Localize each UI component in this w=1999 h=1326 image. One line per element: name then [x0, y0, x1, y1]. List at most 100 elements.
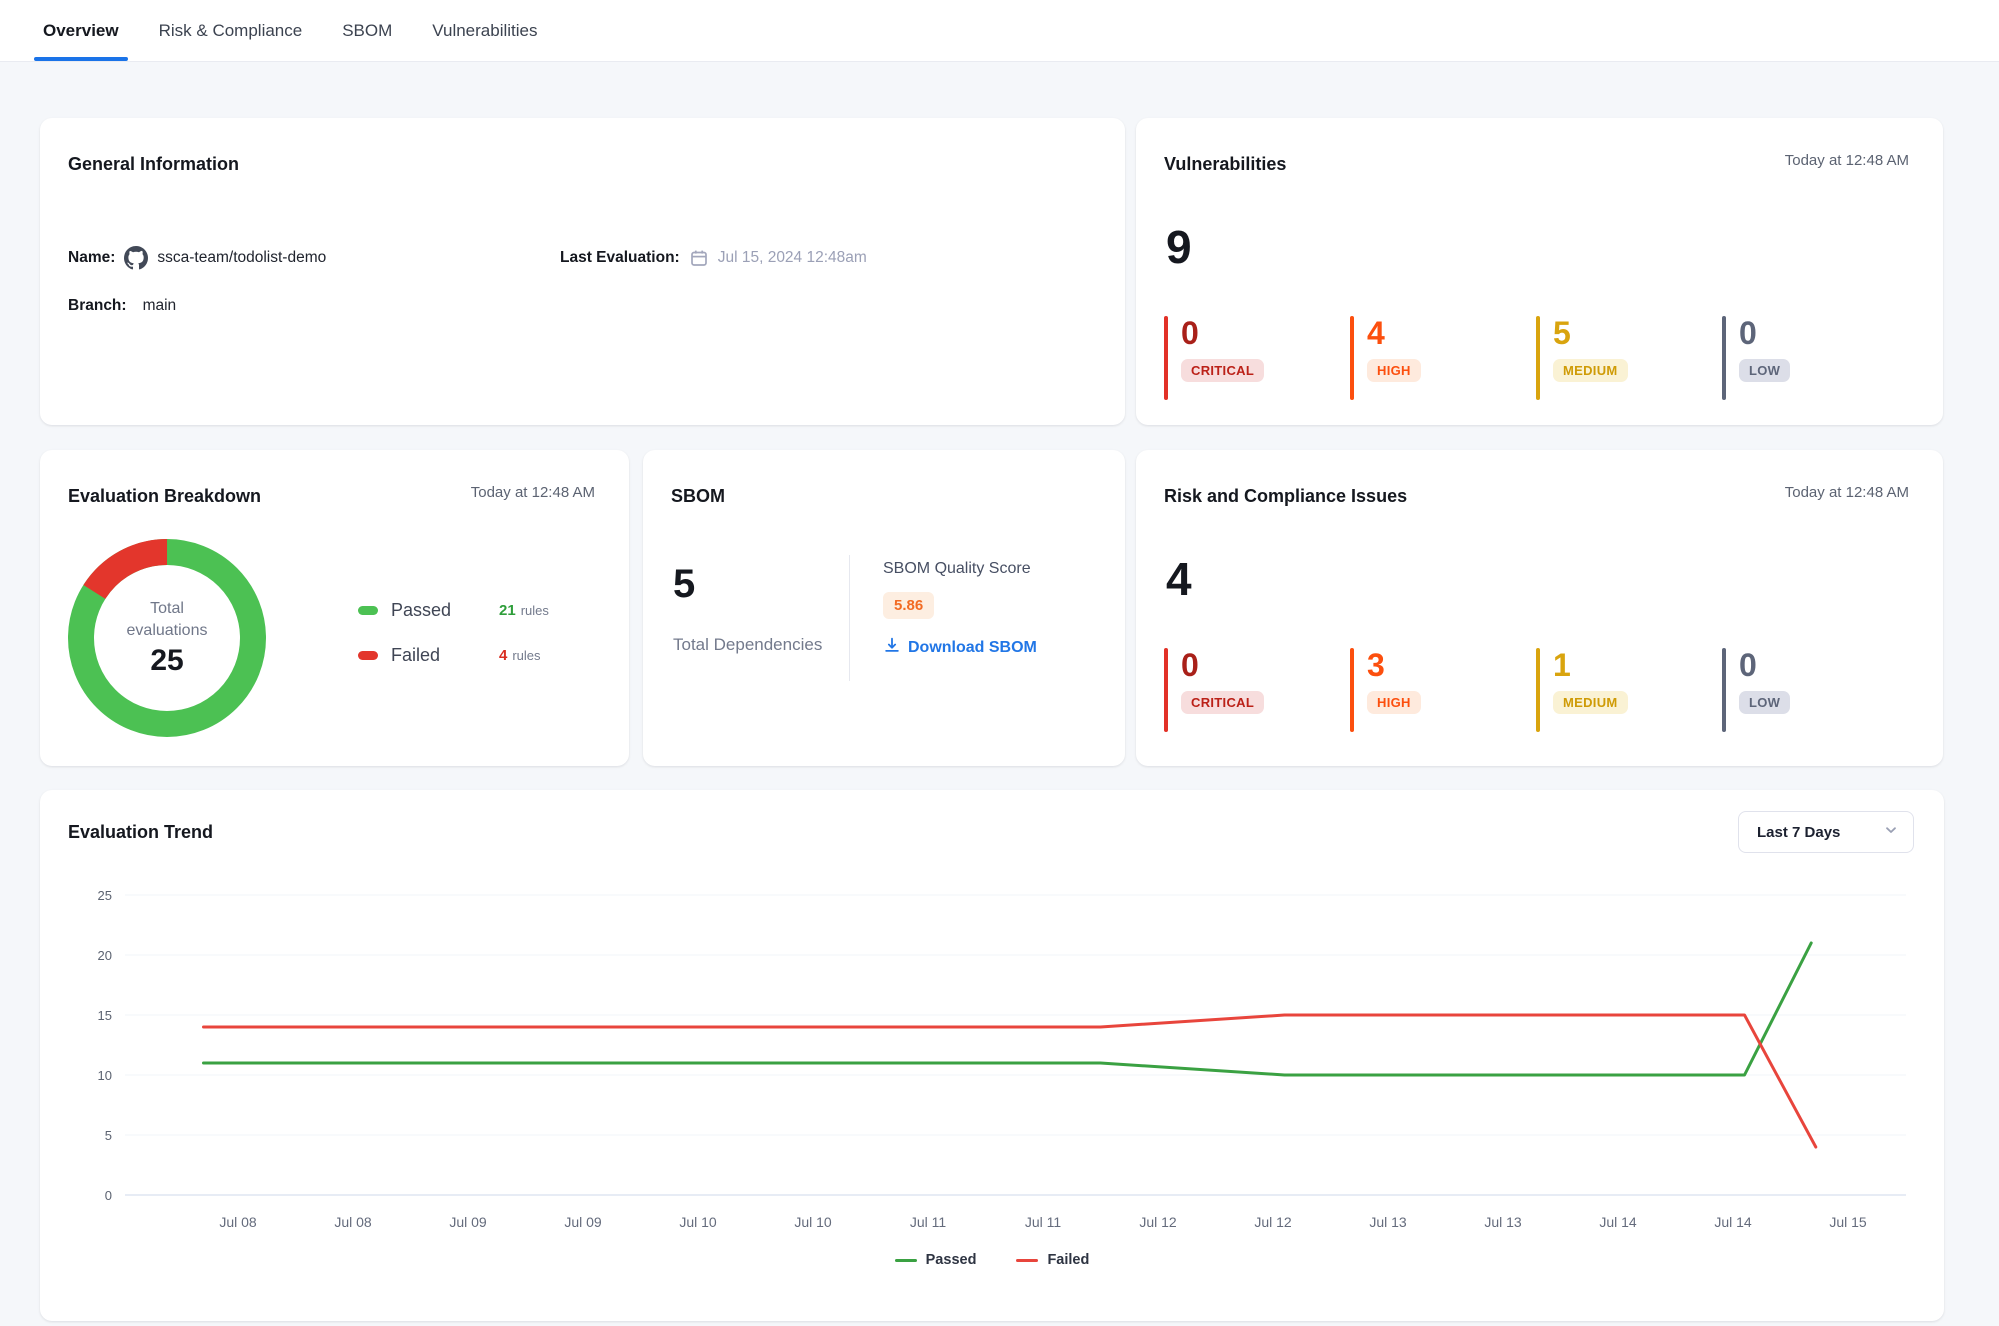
severity-badge: LOW [1739, 691, 1790, 714]
branch-label: Branch: [68, 297, 127, 315]
severity-low: 0 LOW [1722, 316, 1908, 400]
legend-item-failed: Failed [1016, 1252, 1089, 1268]
x-tick-label: Jul 09 [564, 1214, 602, 1230]
x-tick-label: Jul 08 [334, 1214, 372, 1230]
sbom-quality-label: SBOM Quality Score [883, 560, 1037, 578]
x-tick-label: Jul 12 [1139, 1214, 1177, 1230]
y-tick-label: 10 [98, 1068, 112, 1083]
severity-high: 3 HIGH [1350, 648, 1536, 732]
x-tick-label: Jul 14 [1714, 1214, 1752, 1230]
tab-sbom[interactable]: SBOM [337, 0, 397, 61]
severity-bar [1536, 648, 1540, 732]
evaluation-trend-card: Evaluation Trend Last 7 Days 0510152025J… [40, 790, 1944, 1321]
legend-swatch-passed [358, 606, 378, 615]
card-title: Risk and Compliance Issues [1164, 486, 1407, 507]
x-tick-label: Jul 11 [910, 1214, 947, 1230]
severity-medium: 1 MEDIUM [1536, 648, 1722, 732]
sbom-total-label: Total Dependencies [673, 630, 823, 660]
severity-badge: HIGH [1367, 691, 1421, 714]
download-icon [883, 636, 901, 659]
card-title: Evaluation Breakdown [68, 486, 261, 507]
sbom-total: 5 [673, 562, 695, 607]
x-tick-label: Jul 13 [1369, 1214, 1407, 1230]
x-tick-label: Jul 14 [1599, 1214, 1637, 1230]
evaluation-breakdown-card: Evaluation Breakdown Today at 12:48 AM T… [40, 450, 629, 766]
severity-row: 0 CRITICAL 3 HIGH 1 MEDIUM 0 LOW [1164, 648, 1908, 732]
general-information-card: General Information Name: ssca-team/todo… [40, 118, 1125, 425]
y-tick-label: 25 [98, 888, 112, 903]
x-tick-label: Jul 11 [1025, 1214, 1062, 1230]
last-evaluation-row: Last Evaluation: Jul 15, 2024 12:48am [560, 244, 867, 272]
branch-row: Branch: main [68, 292, 176, 320]
severity-critical: 0 CRITICAL [1164, 648, 1350, 732]
repo-name-row: Name: ssca-team/todolist-demo [68, 244, 326, 272]
card-timestamp: Today at 12:48 AM [1785, 152, 1909, 169]
legend-item-passed: Passed [895, 1252, 977, 1268]
legend-item-failed: Failed 4 rules [358, 645, 549, 666]
legend-name: Passed [926, 1252, 977, 1268]
y-tick-label: 20 [98, 948, 112, 963]
failed-line [204, 1015, 1816, 1147]
severity-count: 5 [1553, 316, 1722, 351]
legend-name: Passed [391, 600, 499, 621]
sbom-quality-score-badge: 5.86 [883, 592, 934, 619]
legend-name: Failed [391, 645, 499, 666]
passed-line [204, 943, 1812, 1075]
card-timestamp: Today at 12:48 AM [1785, 484, 1909, 501]
severity-count: 0 [1739, 648, 1908, 683]
tab-overview[interactable]: Overview [38, 0, 124, 61]
card-title: Vulnerabilities [1164, 154, 1286, 175]
severity-bar [1350, 316, 1354, 400]
github-icon [124, 246, 148, 270]
risk-compliance-card: Risk and Compliance Issues Today at 12:4… [1136, 450, 1943, 766]
x-tick-label: Jul 10 [679, 1214, 717, 1230]
trend-chart: 0510152025Jul 08Jul 08Jul 09Jul 09Jul 10… [40, 790, 1944, 1321]
severity-count: 1 [1553, 648, 1722, 683]
severity-critical: 0 CRITICAL [1164, 316, 1350, 400]
card-title: General Information [68, 154, 239, 175]
repo-name: ssca-team/todolist-demo [157, 249, 326, 267]
tab-bar: Overview Risk & Compliance SBOM Vulnerab… [0, 0, 1999, 62]
name-label: Name: [68, 249, 115, 267]
last-evaluation-label: Last Evaluation: [560, 249, 680, 267]
legend-swatch-failed [1016, 1259, 1038, 1262]
severity-high: 4 HIGH [1350, 316, 1536, 400]
x-tick-label: Jul 12 [1254, 1214, 1292, 1230]
last-evaluation-value: Jul 15, 2024 12:48am [718, 249, 867, 267]
legend-count: 21 [499, 602, 516, 619]
severity-bar [1164, 648, 1168, 732]
severity-bar [1350, 648, 1354, 732]
risk-compliance-total: 4 [1166, 552, 1192, 606]
severity-medium: 5 MEDIUM [1536, 316, 1722, 400]
severity-count: 0 [1181, 648, 1350, 683]
severity-bar [1536, 316, 1540, 400]
tab-vulnerabilities[interactable]: Vulnerabilities [427, 0, 542, 61]
severity-count: 0 [1181, 316, 1350, 351]
legend-unit: rules [512, 648, 540, 663]
severity-bar [1722, 648, 1726, 732]
severity-count: 3 [1367, 648, 1536, 683]
x-tick-label: Jul 13 [1484, 1214, 1522, 1230]
y-tick-label: 5 [105, 1128, 112, 1143]
severity-badge: CRITICAL [1181, 359, 1264, 382]
severity-count: 4 [1367, 316, 1536, 351]
sbom-card: SBOM 5 Total Dependencies SBOM Quality S… [643, 450, 1125, 766]
legend-item-passed: Passed 21 rules [358, 600, 549, 621]
download-sbom-link[interactable]: Download SBOM [883, 636, 1037, 659]
severity-badge: HIGH [1367, 359, 1421, 382]
y-tick-label: 0 [105, 1188, 112, 1203]
vulnerabilities-total: 9 [1166, 220, 1192, 274]
legend-name: Failed [1047, 1252, 1089, 1268]
x-tick-label: Jul 08 [219, 1214, 257, 1230]
x-tick-label: Jul 15 [1829, 1214, 1867, 1230]
legend-swatch-passed [895, 1259, 917, 1262]
tab-risk-compliance[interactable]: Risk & Compliance [154, 0, 308, 61]
card-title: SBOM [671, 486, 725, 507]
severity-badge: LOW [1739, 359, 1790, 382]
trend-legend: Passed Failed [40, 1252, 1944, 1268]
x-tick-label: Jul 09 [449, 1214, 487, 1230]
calendar-icon [689, 248, 709, 268]
divider [849, 555, 850, 681]
severity-badge: MEDIUM [1553, 691, 1628, 714]
severity-badge: MEDIUM [1553, 359, 1628, 382]
